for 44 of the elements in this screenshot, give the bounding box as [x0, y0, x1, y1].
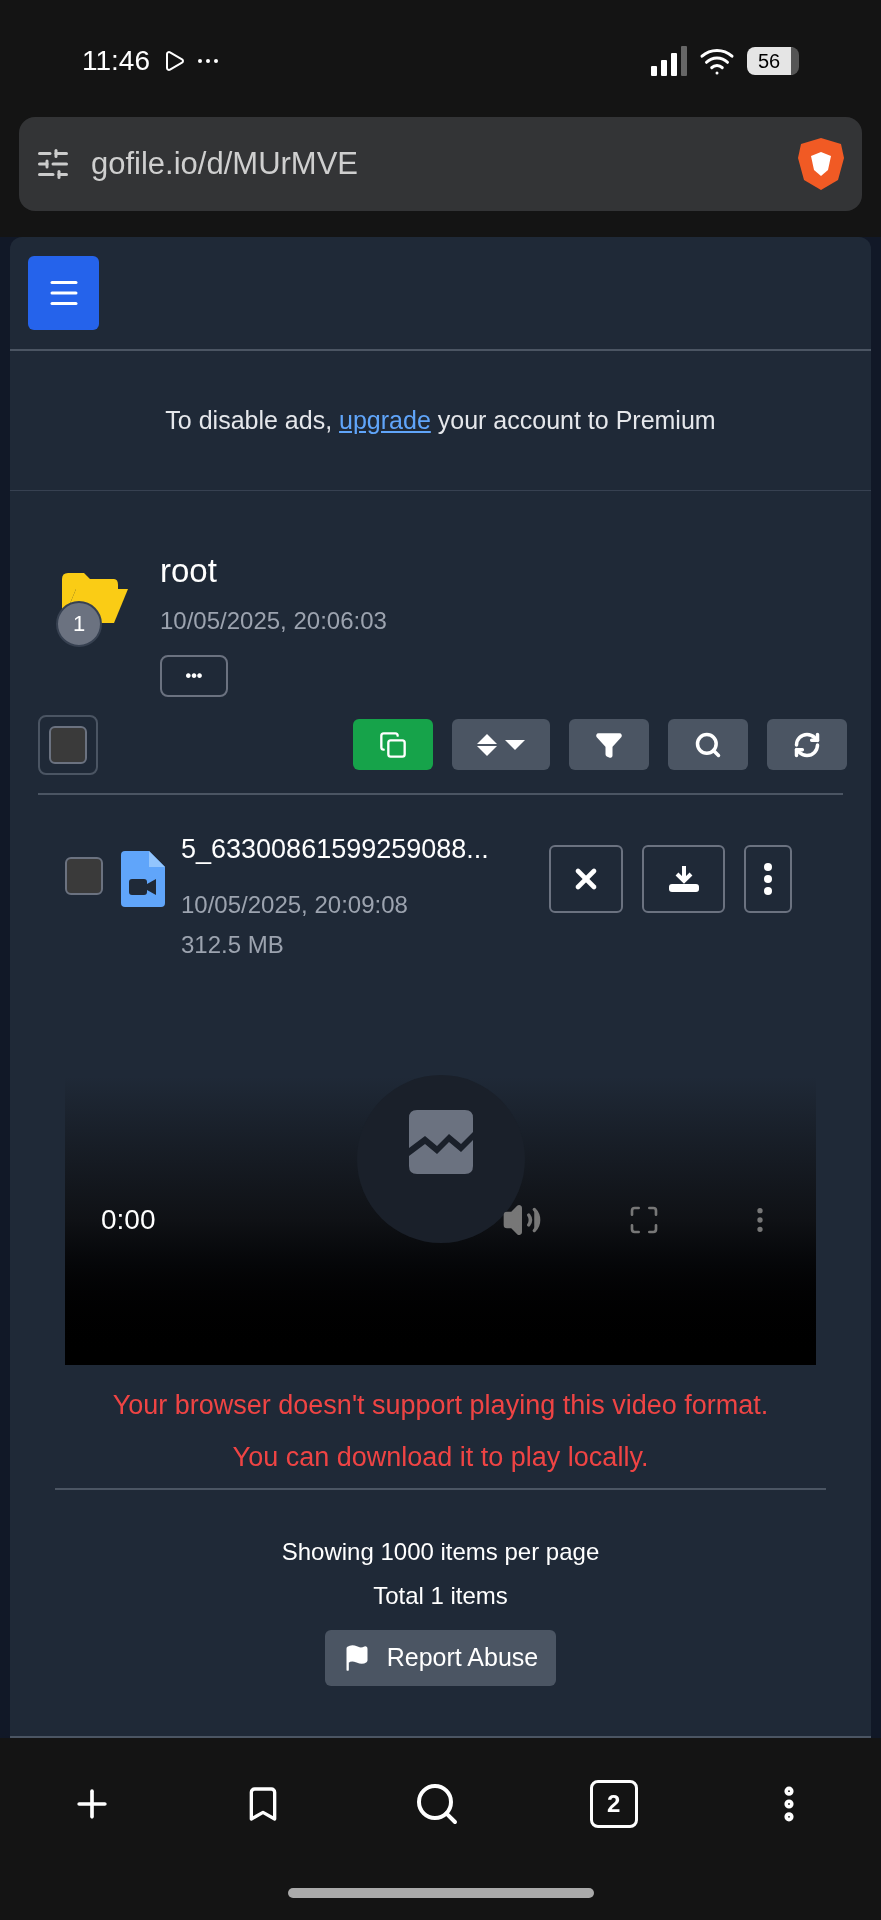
error-message: You can download it to play locally. [232, 1441, 649, 1475]
copy-icon [379, 730, 407, 759]
lion-shield-icon[interactable] [796, 135, 846, 192]
refresh-icon [793, 730, 821, 759]
sort-button[interactable] [452, 719, 550, 771]
clock: 11:46 [82, 44, 150, 79]
broken-image-icon [408, 1109, 473, 1174]
total-items: Total 1 items [373, 1580, 508, 1611]
items-per-page: Showing 1000 items per page [281, 1536, 600, 1567]
download-icon [666, 863, 701, 894]
upgrade-link[interactable]: upgrade [339, 405, 431, 434]
file-size: 312.5 MB [181, 930, 285, 961]
search-button[interactable] [668, 719, 748, 771]
kebab-icon [764, 862, 772, 895]
error-message: Your browser doesn't support playing this video format. [112, 1388, 769, 1422]
file-date: 10/05/2025, 20:09:08 [181, 890, 409, 921]
sort-icon [477, 733, 497, 756]
checkbox[interactable] [49, 725, 87, 764]
menu-button[interactable] [28, 255, 99, 330]
address-bar[interactable]: gofile.io/d/MUrMVE [19, 116, 862, 211]
folder-name: root [160, 550, 218, 591]
folder-date: 10/05/2025, 20:06:03 [160, 605, 387, 636]
more-notifications-icon [198, 59, 218, 64]
playback-time: 0:00 [101, 1202, 157, 1237]
tab-count-button[interactable]: 2 [589, 1779, 638, 1828]
checkbox[interactable] [65, 856, 103, 895]
video-file-icon [121, 850, 165, 907]
search-icon [694, 730, 722, 759]
file-menu-button[interactable] [744, 844, 792, 913]
delete-button[interactable] [549, 844, 623, 913]
caret-icon [505, 739, 525, 750]
report-abuse-button[interactable]: Report Abuse [324, 1629, 557, 1686]
filter-button[interactable] [569, 719, 649, 771]
download-button[interactable] [642, 844, 725, 913]
battery-icon: 56 [747, 47, 799, 76]
more-options-button[interactable]: ••• [160, 654, 228, 697]
file-name[interactable]: 5_63300861599259088... [181, 828, 541, 870]
signal-icon [651, 46, 687, 77]
refresh-button[interactable] [767, 719, 847, 771]
video-player[interactable]: 0:00 [65, 1076, 816, 1365]
import-button[interactable] [353, 719, 433, 771]
filter-icon [595, 730, 623, 759]
upgrade-notice: To disable ads, upgrade your account to Premium [165, 404, 716, 436]
item-count-badge: 1 [56, 600, 102, 647]
